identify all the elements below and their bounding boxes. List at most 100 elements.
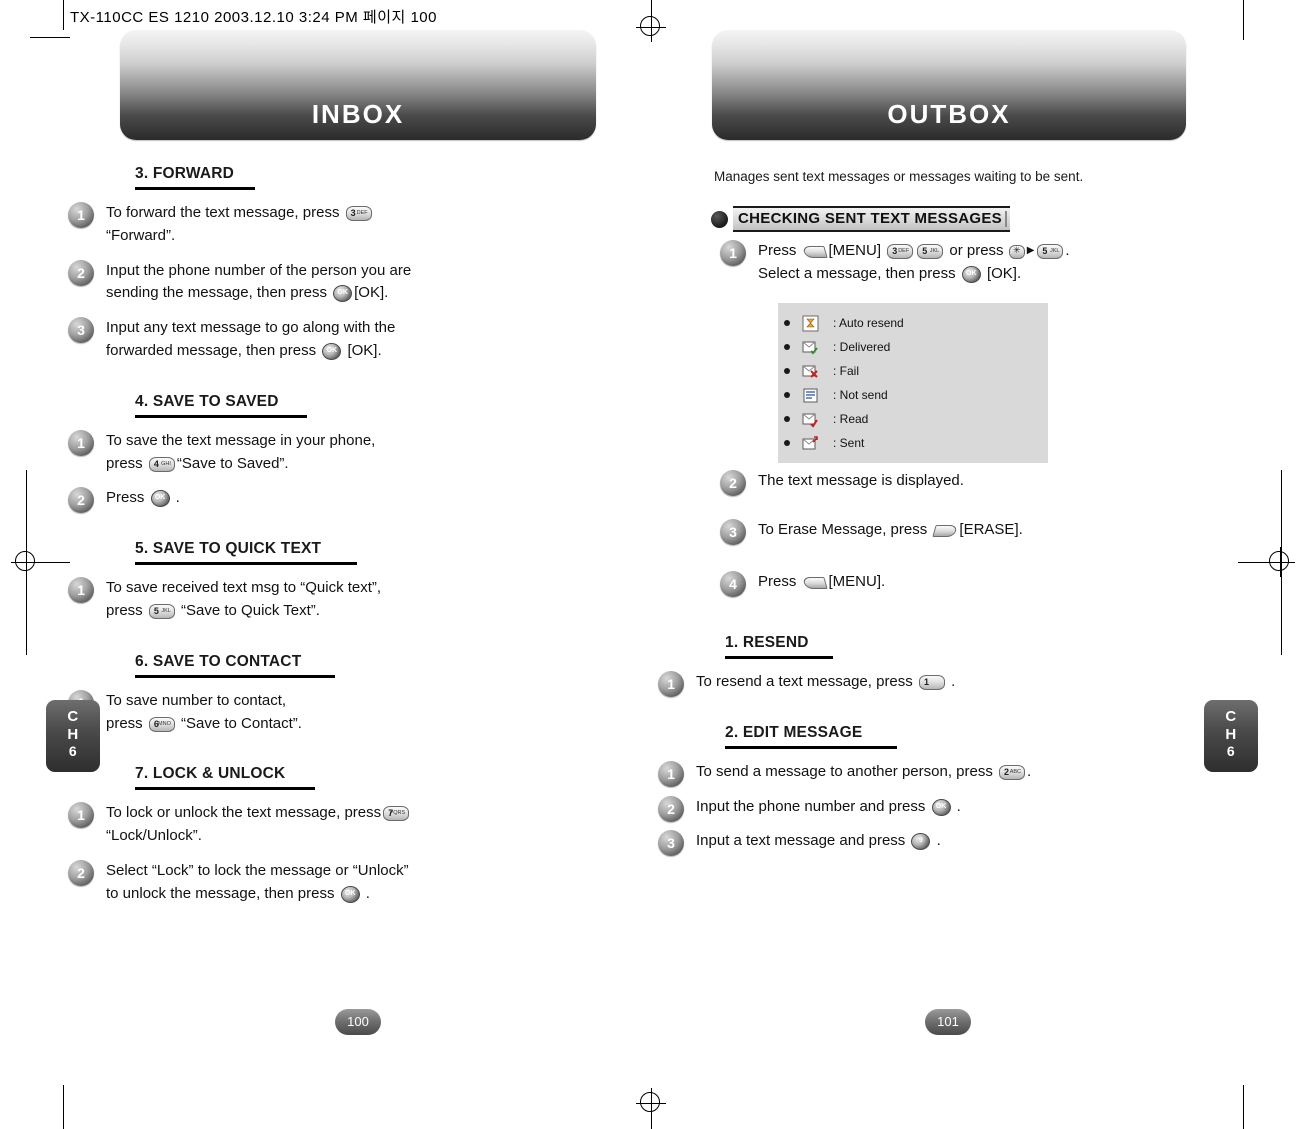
section-underline xyxy=(725,745,897,749)
crop-line-top-right-v xyxy=(1243,0,1244,40)
step-text: Press [MENU]. xyxy=(758,573,886,591)
instruction-step: 1 Press [MENU] 3DEF5JKL or press ▶5JKL.Se… xyxy=(712,240,1238,286)
section-steps: 1 To send a message to another person, pr… xyxy=(650,760,1210,857)
keypad-key-6: 6 MNO xyxy=(148,716,175,732)
keypad-key-2: 2 ABC xyxy=(999,764,1026,780)
legend-label: : Read xyxy=(833,412,869,426)
instruction-step: 1To save number to contact,press 6MNO “S… xyxy=(60,689,620,736)
registration-mark-top xyxy=(636,12,666,42)
manual-section: 5. SAVE TO QUICK TEXT xyxy=(135,540,620,566)
legend-row: : Sent xyxy=(778,431,1048,455)
instruction-step: 2 Input the phone number of the person yo… xyxy=(60,259,620,306)
ok-key-icon: OK xyxy=(340,885,360,903)
instruction-step: 3 Input any text message to go along with… xyxy=(60,317,620,363)
chapter-tab-right-num: 6 xyxy=(1226,743,1236,760)
step-text: To save number to contact, press 6 MNO “Sa… xyxy=(106,691,302,732)
section-steps: 1 To lock or unlock the text message, pre… xyxy=(60,802,620,905)
step-text: To forward the text message, press 3 DEF … xyxy=(106,204,374,244)
step-number-badge: 3 xyxy=(68,317,94,344)
legend-row: : Read xyxy=(778,407,1048,431)
step-number-badge: 2 xyxy=(68,259,94,286)
ok-key-icon: OK xyxy=(931,798,951,816)
star-key-icon xyxy=(1008,244,1025,259)
section-title: 3. FORWARD xyxy=(135,165,235,182)
inbox-banner: INBOX xyxy=(120,30,596,140)
section-underline xyxy=(135,674,335,678)
legend-label: : Not send xyxy=(833,388,888,402)
keypad-key-3: 3 DEF xyxy=(345,206,372,221)
section-underline xyxy=(135,187,255,190)
step-number-badge: 1 xyxy=(68,429,94,456)
step-text: To save received text msg to “Quick text… xyxy=(106,579,382,619)
hourglass-icon xyxy=(802,315,819,332)
legend-label: : Delivered xyxy=(833,340,891,354)
instruction-step: 2 Input the phone number and press OK . xyxy=(650,795,1210,822)
outbox-intro-text: Manages sent text messages or messages w… xyxy=(714,169,1084,184)
legend-label: : Sent xyxy=(833,436,865,450)
document-header-text: TX-110CC ES 1210 2003.12.10 3:24 PM 페이지 … xyxy=(70,9,437,26)
section-title: 7. LOCK & UNLOCK xyxy=(135,765,286,783)
step-number-badge: 3 xyxy=(658,830,684,857)
section-underline xyxy=(725,656,833,659)
crop-line-center-top xyxy=(651,0,652,12)
step-number-badge: 2 xyxy=(658,795,684,822)
manual-section: 6. SAVE TO CONTACT xyxy=(135,653,620,678)
section-underline xyxy=(135,414,307,418)
legend-bullet-icon xyxy=(784,320,790,326)
section-title: 6. SAVE TO CONTACT xyxy=(135,652,302,670)
crop-line-top-left-v xyxy=(63,0,64,30)
registration-mark-bottom xyxy=(636,1088,666,1118)
step-text: To Erase Message, press [ERASE]. xyxy=(758,521,1023,538)
outbox-banner-title: OUTBOX xyxy=(887,99,1011,129)
section-steps: 1 To save the text message in your phone,… xyxy=(60,429,620,514)
legend-label: : Auto resend xyxy=(833,316,904,330)
legend-row: : Delivered xyxy=(778,335,1048,359)
instruction-step: 4 Press [MENU]. xyxy=(712,571,1238,597)
message-status-icon-legend: : Auto resend : Delivered : Fail : Not send… xyxy=(778,303,1048,463)
chapter-tab-left-line2: H xyxy=(67,725,79,743)
instruction-step: 3 To Erase Message, press [ERASE]. xyxy=(712,519,1238,545)
envelope-lines-icon xyxy=(802,387,819,404)
step-number-badge: 2 xyxy=(68,487,94,514)
legend-bullet-icon xyxy=(784,368,790,374)
chapter-tab-right: C H 6 xyxy=(1204,700,1258,772)
legend-row: : Fail xyxy=(778,359,1048,383)
instruction-step: 1 To send a message to another person, pr… xyxy=(650,760,1210,787)
ok-key-icon: OK xyxy=(150,490,170,508)
section-steps: 1 To resend a text message, press 1 . xyxy=(650,671,1210,697)
step-number-badge: 1 xyxy=(68,802,94,829)
left-page-content: 3. FORWARD 1 To forward the text message, … xyxy=(60,165,620,906)
section-steps: 1To save number to contact,press 6MNO “S… xyxy=(60,689,620,736)
chapter-tab-right-line1: C xyxy=(1225,708,1237,725)
envelope-read-icon xyxy=(802,411,819,428)
instruction-step: 3 Input a text message and press 9 . xyxy=(650,830,1210,857)
instruction-step: 1 To save received text msg to “Quick tex… xyxy=(60,577,620,623)
soft-key-left-icon xyxy=(801,575,828,591)
step-text: Input any text message to go along with … xyxy=(106,319,396,360)
envelope-check-icon xyxy=(802,339,819,356)
instruction-step: 2 Press OK . xyxy=(60,487,620,514)
manual-section: 2. EDIT MESSAGE xyxy=(725,724,1210,749)
keypad-key-7: 7 PQRS xyxy=(383,806,410,822)
step-text: Press OK . xyxy=(106,489,180,508)
section-underline xyxy=(135,562,357,566)
instruction-step: 2 The text message is displayed. xyxy=(712,470,1238,496)
chapter-tab-right-line2: H xyxy=(1225,725,1237,743)
chapter-tab-left-line1: C xyxy=(67,708,79,725)
instruction-step: 1 To lock or unlock the text message, pre… xyxy=(60,802,620,848)
step-text: Input the phone number and press OK . xyxy=(696,797,961,816)
step-text: To lock or unlock the text message, pres… xyxy=(106,804,411,844)
chapter-tab-left-num: 6 xyxy=(68,743,78,760)
step-number-badge: 1 xyxy=(68,202,94,228)
step-number-badge: 1 xyxy=(658,671,684,697)
section-steps: 1 To save received text msg to “Quick tex… xyxy=(60,577,620,623)
section-underline xyxy=(135,787,315,791)
step-text: Select “Lock” to lock the message or “Un… xyxy=(106,861,409,903)
manual-section: 4. SAVE TO SAVED xyxy=(135,393,620,418)
instruction-step: 1 To resend a text message, press 1 . xyxy=(650,671,1210,697)
step-number-badge: 1 xyxy=(658,760,684,787)
instruction-step: 1 To forward the text message, press 3 DEF… xyxy=(60,202,620,248)
ok-key-icon: OK xyxy=(961,265,981,283)
envelope-arrow-icon xyxy=(802,435,819,452)
step-number-badge: 1 xyxy=(68,577,94,604)
